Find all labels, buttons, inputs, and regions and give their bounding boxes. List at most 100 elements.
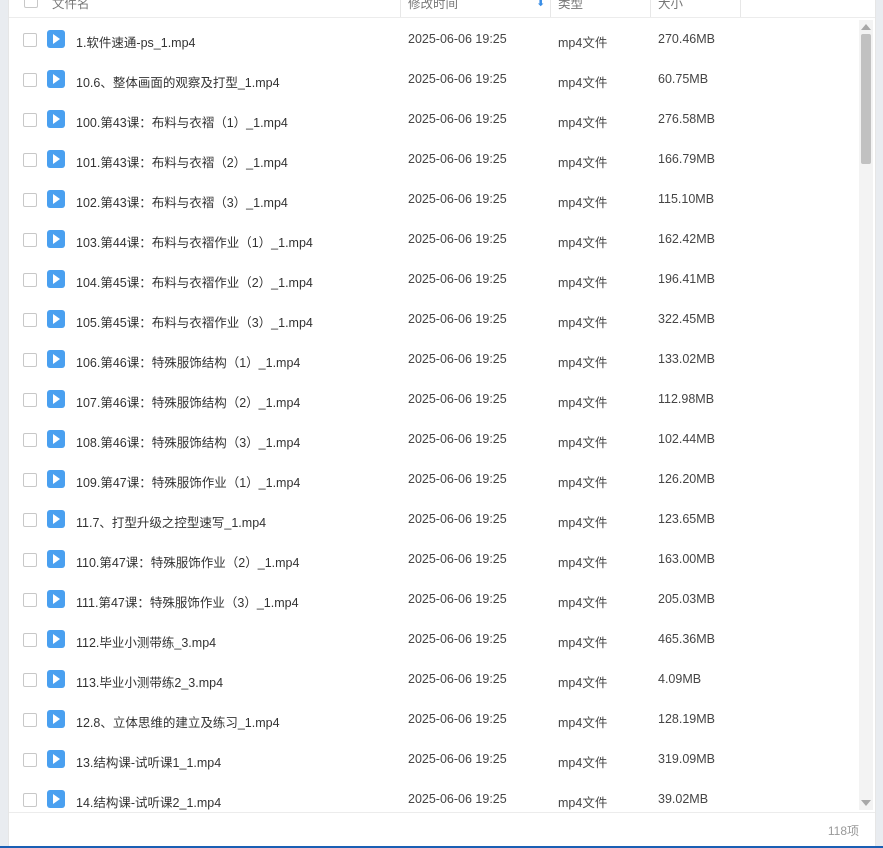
video-file-icon — [47, 430, 65, 448]
video-file-icon — [47, 310, 65, 328]
file-name[interactable]: 107.第46课：特殊服饰结构（2）_1.mp4 — [76, 392, 300, 411]
file-size: 102.44MB — [658, 432, 715, 446]
file-type: mp4文件 — [558, 756, 608, 770]
row-checkbox[interactable] — [23, 793, 37, 807]
file-name[interactable]: 10.6、整体画面的观察及打型_1.mp4 — [76, 72, 280, 91]
file-name[interactable]: 103.第44课：布料与衣褶作业（1）_1.mp4 — [76, 232, 313, 251]
item-count: 118项 — [827, 824, 859, 838]
file-size: 196.41MB — [658, 272, 715, 286]
file-row[interactable]: 1.软件速通-ps_1.mp4 2025-06-06 19:25 mp4文件 270.… — [9, 20, 859, 60]
file-row[interactable]: 101.第43课：布料与衣褶（2）_1.mp4 2025-06-06 19:25 m… — [9, 140, 859, 180]
file-row[interactable]: 111.第47课：特殊服饰作业（3）_1.mp4 2025-06-06 19:25… — [9, 580, 859, 620]
row-checkbox[interactable] — [23, 593, 37, 607]
file-row[interactable]: 112.毕业小测带练_3.mp4 2025-06-06 19:25 mp4文件 465… — [9, 620, 859, 660]
file-row[interactable]: 107.第46课：特殊服饰结构（2）_1.mp4 2025-06-06 19:25… — [9, 380, 859, 420]
video-file-icon — [47, 150, 65, 168]
video-file-icon — [47, 550, 65, 568]
file-name[interactable]: 13.结构课-试听课1_1.mp4 — [76, 752, 221, 771]
column-time-header[interactable]: 修改时间 — [408, 0, 458, 17]
file-name[interactable]: 14.结构课-试听课2_1.mp4 — [76, 792, 221, 811]
column-divider[interactable] — [400, 0, 401, 17]
file-row[interactable]: 108.第46课：特殊服饰结构（3）_1.mp4 2025-06-06 19:25… — [9, 420, 859, 460]
file-row[interactable]: 11.7、打型升级之控型速写_1.mp4 2025-06-06 19:25 mp4文… — [9, 500, 859, 540]
status-footer: 118项 — [9, 812, 875, 847]
row-checkbox[interactable] — [23, 153, 37, 167]
file-name[interactable]: 105.第45课：布料与衣褶作业（3）_1.mp4 — [76, 312, 313, 331]
file-name[interactable]: 108.第46课：特殊服饰结构（3）_1.mp4 — [76, 432, 300, 451]
file-type: mp4文件 — [558, 556, 608, 570]
file-name[interactable]: 109.第47课：特殊服饰作业（1）_1.mp4 — [76, 472, 300, 491]
file-row[interactable]: 113.毕业小测带练2_3.mp4 2025-06-06 19:25 mp4文件 4.… — [9, 660, 859, 700]
column-size-header[interactable]: 大小 — [658, 0, 683, 17]
file-name[interactable]: 112.毕业小测带练_3.mp4 — [76, 632, 216, 651]
row-checkbox[interactable] — [23, 113, 37, 127]
video-file-icon — [47, 790, 65, 808]
file-name[interactable]: 100.第43课：布料与衣褶（1）_1.mp4 — [76, 112, 288, 131]
file-row[interactable]: 103.第44课：布料与衣褶作业（1）_1.mp4 2025-06-06 19:2… — [9, 220, 859, 260]
row-checkbox[interactable] — [23, 33, 37, 47]
file-name[interactable]: 102.第43课：布料与衣褶（3）_1.mp4 — [76, 192, 288, 211]
column-header: 文件名 修改时间 ⬇ 类型 大小 — [9, 0, 875, 18]
row-checkbox[interactable] — [23, 73, 37, 87]
file-name[interactable]: 1.软件速通-ps_1.mp4 — [76, 32, 195, 51]
row-checkbox[interactable] — [23, 233, 37, 247]
file-name[interactable]: 113.毕业小测带练2_3.mp4 — [76, 672, 223, 691]
video-file-icon — [47, 630, 65, 648]
select-all-checkbox[interactable] — [24, 0, 38, 8]
file-size: 319.09MB — [658, 752, 715, 766]
file-name[interactable]: 101.第43课：布料与衣褶（2）_1.mp4 — [76, 152, 288, 171]
column-name-header[interactable]: 文件名 — [52, 0, 90, 17]
file-row[interactable]: 109.第47课：特殊服饰作业（1）_1.mp4 2025-06-06 19:25… — [9, 460, 859, 500]
scroll-up-arrow-icon[interactable] — [861, 24, 871, 30]
file-row[interactable]: 13.结构课-试听课1_1.mp4 2025-06-06 19:25 mp4文件 31… — [9, 740, 859, 780]
file-row[interactable]: 100.第43课：布料与衣褶（1）_1.mp4 2025-06-06 19:25 m… — [9, 100, 859, 140]
column-type-header[interactable]: 类型 — [558, 0, 583, 17]
vertical-scrollbar[interactable] — [859, 20, 873, 810]
file-row[interactable]: 104.第45课：布料与衣褶作业（2）_1.mp4 2025-06-06 19:2… — [9, 260, 859, 300]
file-row[interactable]: 110.第47课：特殊服饰作业（2）_1.mp4 2025-06-06 19:25… — [9, 540, 859, 580]
file-name[interactable]: 110.第47课：特殊服饰作业（2）_1.mp4 — [76, 552, 299, 571]
file-row[interactable]: 106.第46课：特殊服饰结构（1）_1.mp4 2025-06-06 19:25… — [9, 340, 859, 380]
file-type: mp4文件 — [558, 356, 608, 370]
sort-desc-icon[interactable]: ⬇ — [536, 0, 545, 9]
row-checkbox[interactable] — [23, 673, 37, 687]
row-checkbox[interactable] — [23, 633, 37, 647]
file-name[interactable]: 12.8、立体思维的建立及练习_1.mp4 — [76, 712, 280, 731]
row-checkbox[interactable] — [23, 753, 37, 767]
file-row[interactable]: 10.6、整体画面的观察及打型_1.mp4 2025-06-06 19:25 mp4… — [9, 60, 859, 100]
row-checkbox[interactable] — [23, 713, 37, 727]
row-checkbox[interactable] — [23, 353, 37, 367]
row-checkbox[interactable] — [23, 553, 37, 567]
file-type: mp4文件 — [558, 436, 608, 450]
file-modified-time: 2025-06-06 19:25 — [408, 752, 507, 766]
file-row[interactable]: 102.第43课：布料与衣褶（3）_1.mp4 2025-06-06 19:25 m… — [9, 180, 859, 220]
row-checkbox[interactable] — [23, 273, 37, 287]
file-row[interactable]: 105.第45课：布料与衣褶作业（3）_1.mp4 2025-06-06 19:2… — [9, 300, 859, 340]
file-name[interactable]: 104.第45课：布料与衣褶作业（2）_1.mp4 — [76, 272, 313, 291]
file-name[interactable]: 11.7、打型升级之控型速写_1.mp4 — [76, 512, 266, 531]
file-type: mp4文件 — [558, 676, 608, 690]
file-name[interactable]: 106.第46课：特殊服饰结构（1）_1.mp4 — [76, 352, 300, 371]
column-divider[interactable] — [550, 0, 551, 17]
file-list-panel: 文件名 修改时间 ⬇ 类型 大小 1.软件速通-ps_1.mp4 2025-06-… — [8, 0, 876, 847]
file-type: mp4文件 — [558, 396, 608, 410]
row-checkbox[interactable] — [23, 393, 37, 407]
file-size: 465.36MB — [658, 632, 715, 646]
file-size: 162.42MB — [658, 232, 715, 246]
scroll-down-arrow-icon[interactable] — [861, 800, 871, 806]
row-checkbox[interactable] — [23, 313, 37, 327]
file-modified-time: 2025-06-06 19:25 — [408, 672, 507, 686]
row-checkbox[interactable] — [23, 513, 37, 527]
scrollbar-thumb[interactable] — [861, 34, 871, 164]
file-row[interactable]: 12.8、立体思维的建立及练习_1.mp4 2025-06-06 19:25 mp4… — [9, 700, 859, 740]
row-checkbox[interactable] — [23, 433, 37, 447]
file-size: 39.02MB — [658, 792, 709, 806]
column-divider[interactable] — [650, 0, 651, 17]
row-checkbox[interactable] — [23, 473, 37, 487]
column-divider[interactable] — [740, 0, 741, 17]
file-name[interactable]: 111.第47课：特殊服饰作业（3）_1.mp4 — [76, 592, 299, 611]
file-modified-time: 2025-06-06 19:25 — [408, 352, 507, 366]
file-modified-time: 2025-06-06 19:25 — [408, 32, 507, 46]
file-type: mp4文件 — [558, 76, 608, 90]
row-checkbox[interactable] — [23, 193, 37, 207]
